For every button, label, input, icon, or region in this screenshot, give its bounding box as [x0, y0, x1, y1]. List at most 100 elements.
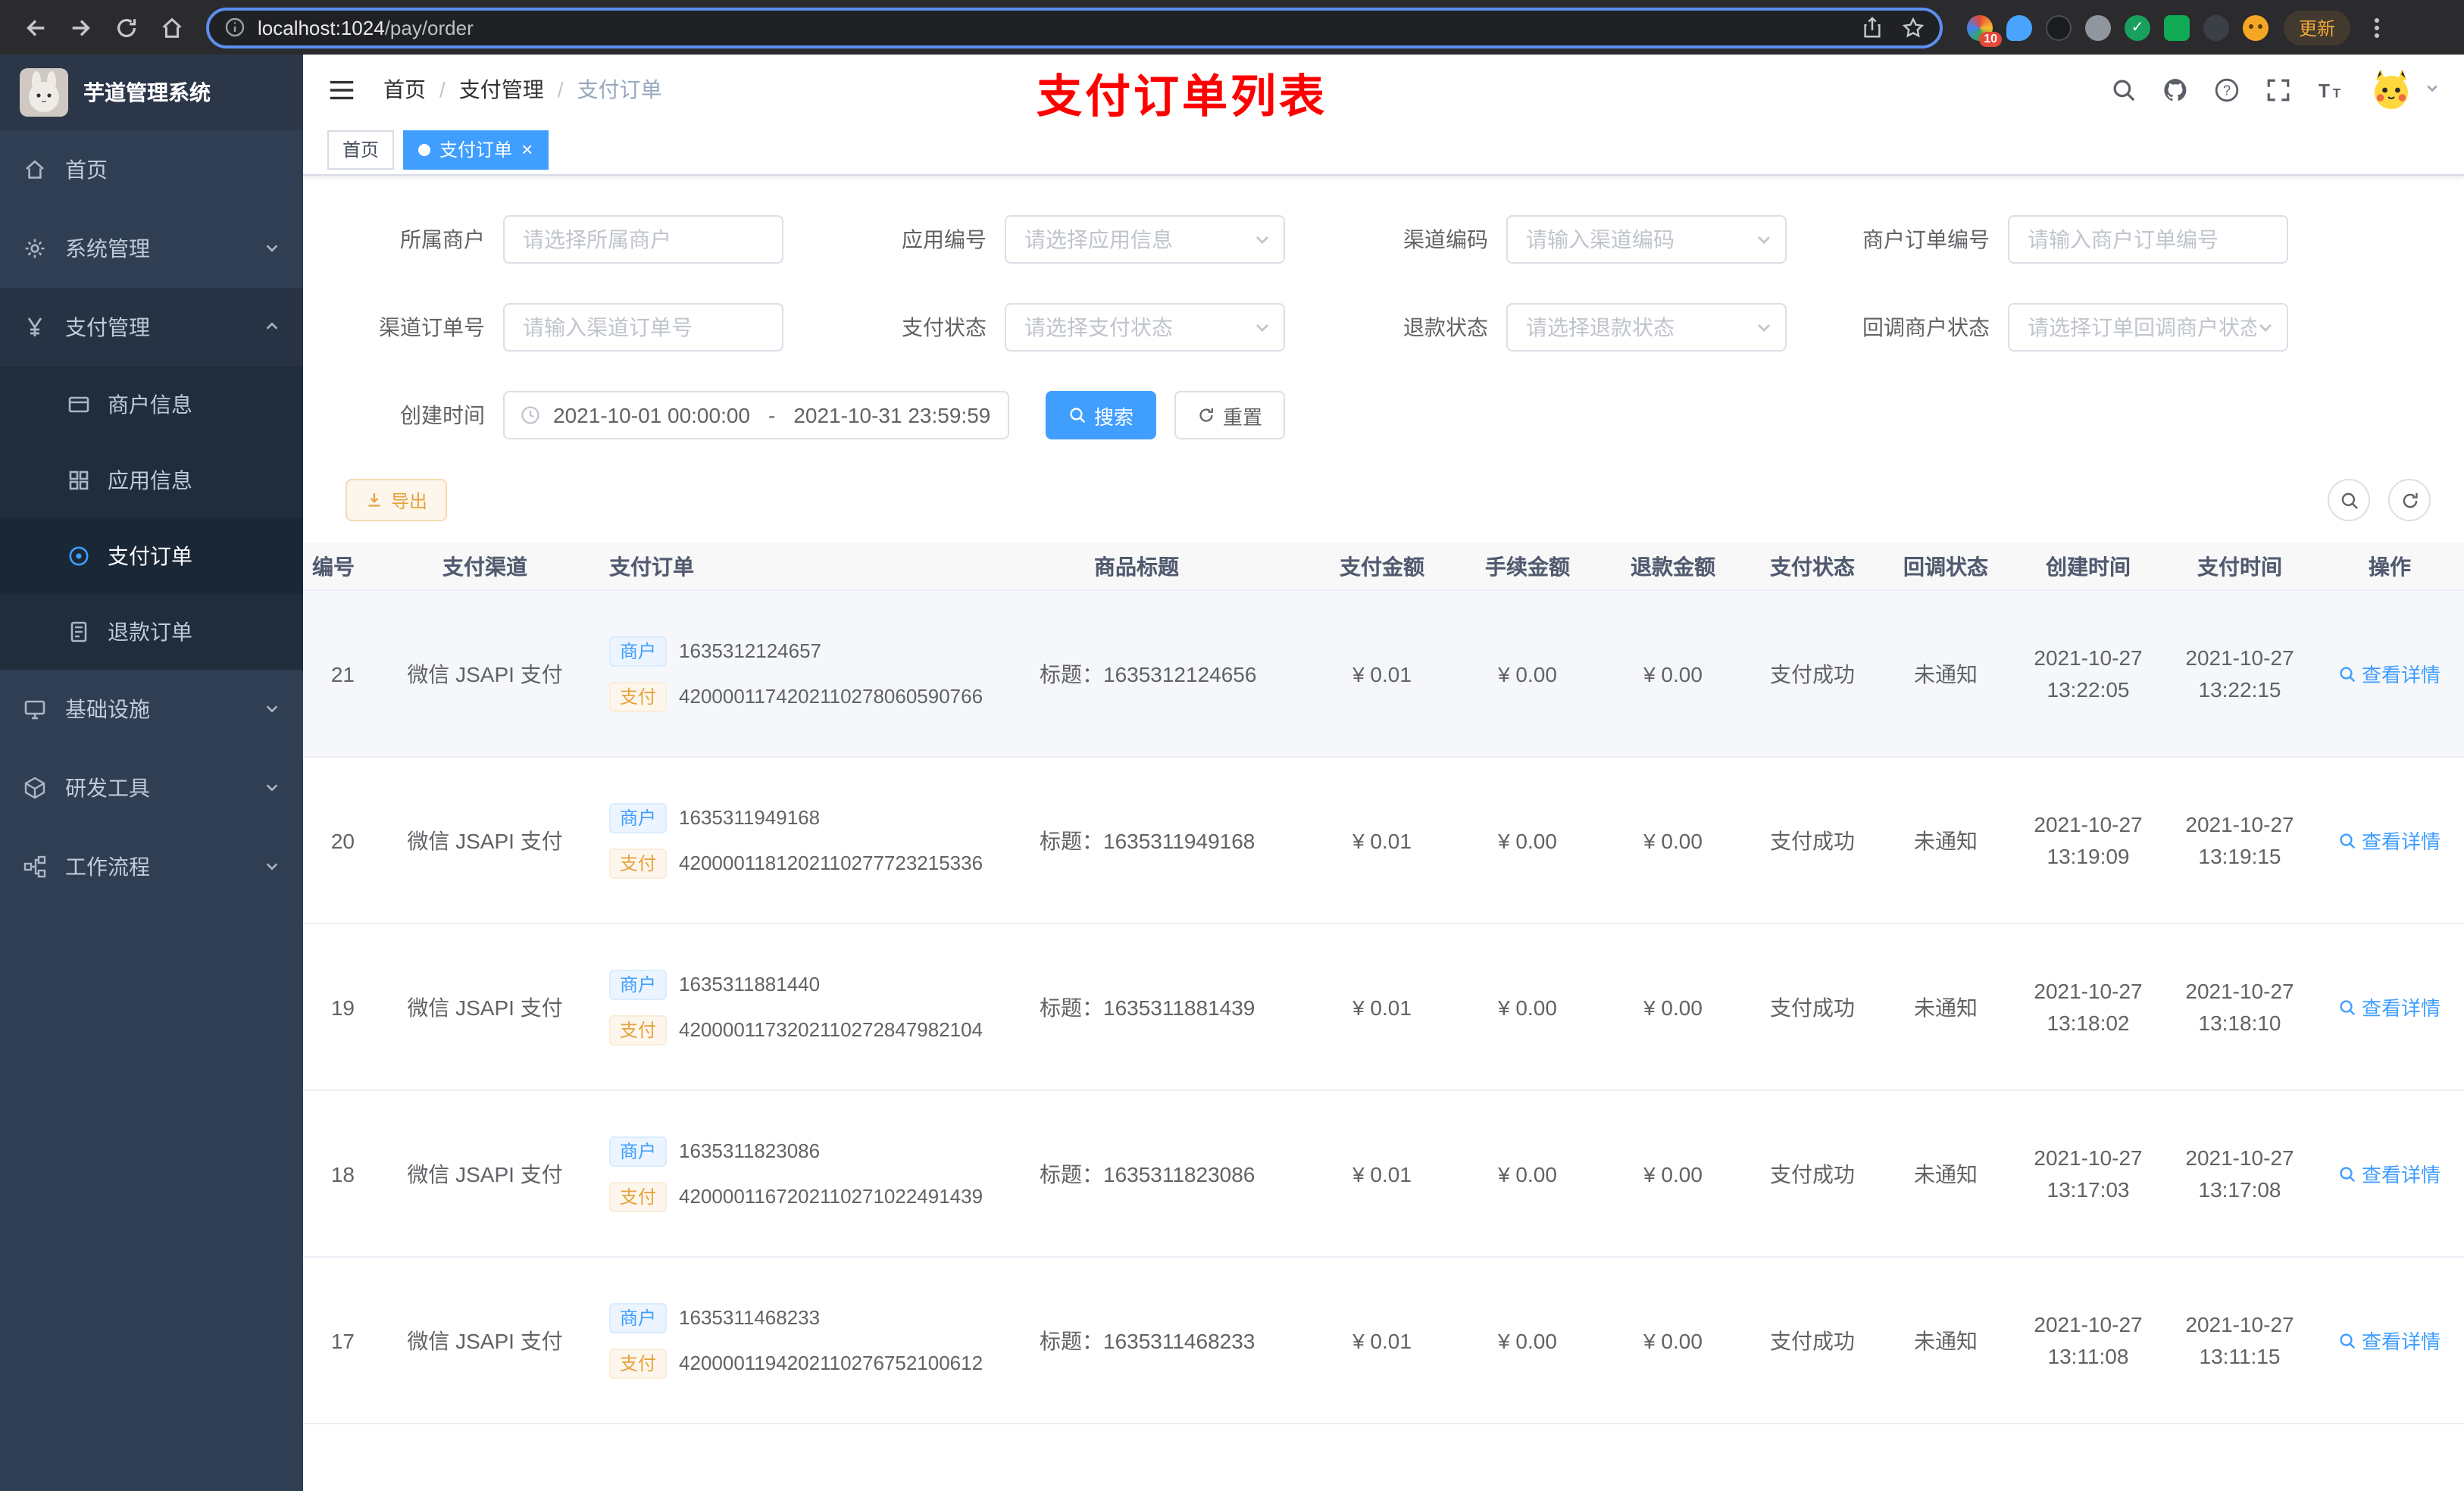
- pay-status-select[interactable]: 请选择支付状态: [1005, 303, 1285, 352]
- date-range-picker[interactable]: 2021-10-01 00:00:00 - 2021-10-31 23:59:5…: [503, 391, 1009, 439]
- table-row: 18 微信 JSAPI 支付 商户 1635311823086 支付 4200001…: [303, 1091, 2464, 1258]
- view-detail-link[interactable]: 查看详情: [2339, 1159, 2441, 1188]
- app-select[interactable]: 请选择应用信息: [1005, 215, 1285, 264]
- merchant-order-no-input[interactable]: [2008, 215, 2288, 264]
- export-button-label: 导出: [391, 490, 428, 511]
- extension-icon[interactable]: [2006, 14, 2032, 40]
- breadcrumb-item[interactable]: 首页: [383, 74, 426, 105]
- date-end[interactable]: 2021-10-31 23:59:59: [793, 403, 990, 427]
- sidebar-item-system[interactable]: 系统管理: [0, 209, 303, 288]
- view-detail-link[interactable]: 查看详情: [2339, 992, 2441, 1021]
- extension-icon[interactable]: 10: [1967, 14, 2002, 46]
- sidebar-item-refund-order[interactable]: 退款订单: [0, 594, 303, 670]
- cell-status: 支付成功: [1770, 1328, 1855, 1352]
- merchant-order-no: 1635311949168: [679, 806, 821, 829]
- chevron-down-icon: [264, 236, 280, 261]
- browser-home-icon[interactable]: [152, 8, 191, 47]
- sidebar-item-app-info[interactable]: 应用信息: [0, 442, 303, 518]
- select-placeholder: 请选择应用信息: [1024, 227, 1173, 252]
- extension-icon[interactable]: ✓: [2125, 14, 2150, 40]
- payment-submenu: 商户信息 应用信息 支付订单 退款订单: [0, 367, 303, 670]
- share-icon[interactable]: [1861, 16, 1884, 39]
- column-header: 支付金额: [1340, 554, 1424, 578]
- field-label: 回调商户状态: [1862, 315, 1990, 339]
- extension-icon[interactable]: [2046, 14, 2072, 40]
- table-row: 17 微信 JSAPI 支付 商户 1635311468233 支付 4200001…: [303, 1258, 2464, 1424]
- callback-status-select[interactable]: 请选择订单回调商户状态: [2008, 303, 2288, 352]
- profile-avatar-icon[interactable]: [2243, 14, 2269, 40]
- channel-order-no-input[interactable]: [503, 303, 783, 352]
- pay-order-no: 4200001181202110277723215336: [679, 852, 983, 874]
- sidebar-item-merchant-info[interactable]: 商户信息: [0, 367, 303, 442]
- breadcrumb-item[interactable]: 支付管理: [459, 74, 544, 105]
- sidebar-item-infrastructure[interactable]: 基础设施: [0, 670, 303, 749]
- toggle-search-button[interactable]: [2328, 479, 2370, 521]
- help-icon[interactable]: ?: [2214, 77, 2240, 102]
- merchant-badge: 商户: [609, 802, 668, 833]
- search-button[interactable]: 搜索: [1046, 391, 1157, 439]
- field-label: 退款状态: [1403, 315, 1488, 339]
- extension-icon[interactable]: [2203, 14, 2229, 40]
- back-icon[interactable]: [15, 8, 55, 47]
- card-icon: [68, 396, 89, 413]
- cell-pay-order: 商户 1635312124657 支付 4200001174202110278060…: [591, 636, 1021, 711]
- export-button[interactable]: 导出: [346, 479, 448, 521]
- close-icon[interactable]: ×: [521, 139, 533, 159]
- sidebar-item-workflow[interactable]: 工作流程: [0, 827, 303, 906]
- github-icon[interactable]: [2162, 77, 2188, 102]
- view-detail-link[interactable]: 查看详情: [2339, 1326, 2441, 1355]
- view-detail-link[interactable]: 查看详情: [2339, 659, 2441, 688]
- sidebar-item-payment[interactable]: 支付管理: [0, 288, 303, 367]
- bookmark-star-icon[interactable]: [1902, 16, 1925, 39]
- search-icon: [1070, 408, 1086, 424]
- field-label: 渠道订单号: [379, 315, 485, 339]
- refresh-table-button[interactable]: [2388, 479, 2431, 521]
- cell-status: 支付成功: [1770, 995, 1855, 1019]
- sidebar-item-label: 商户信息: [108, 392, 192, 417]
- fullscreen-icon[interactable]: [2265, 77, 2291, 102]
- search-icon[interactable]: [2111, 77, 2137, 102]
- sidebar-item-dev-tools[interactable]: 研发工具: [0, 749, 303, 827]
- user-avatar[interactable]: [2369, 67, 2440, 112]
- active-dot: [418, 143, 431, 155]
- reload-icon[interactable]: [106, 8, 145, 47]
- view-detail-link[interactable]: 查看详情: [2339, 826, 2441, 855]
- extension-icon[interactable]: [2085, 14, 2111, 40]
- browser-update-button[interactable]: 更新: [2284, 10, 2351, 45]
- channel-code-select[interactable]: 请输入渠道编码: [1506, 215, 1787, 264]
- download-icon: [368, 493, 380, 507]
- merchant-select-input[interactable]: [503, 215, 783, 264]
- sidebar-item-pay-order[interactable]: 支付订单: [0, 518, 303, 594]
- toolbar-right: [2328, 479, 2431, 521]
- cell-title: 标题：1635311949168: [1040, 828, 1255, 852]
- browser-menu-icon[interactable]: [2366, 17, 2387, 37]
- extensions-area: 10 ✓: [1967, 14, 2269, 46]
- extension-badge: 10: [1979, 31, 2002, 46]
- refresh-icon: [1199, 408, 1213, 422]
- main-area: 首页 / 支付管理 / 支付订单 支付订单列表 ? TT 首页 支付订单 × 所…: [303, 55, 2464, 1491]
- column-header: 支付状态: [1770, 554, 1855, 578]
- tag-pay-order[interactable]: 支付订单 ×: [403, 130, 549, 169]
- extension-icon[interactable]: [2164, 14, 2190, 40]
- collapse-sidebar-icon[interactable]: [327, 75, 356, 104]
- table-header: 编号 支付渠道 支付订单 商品标题 支付金额 手续金额 退款金额 支付状态 回调…: [303, 542, 2464, 591]
- cell-action: 查看详情: [2315, 659, 2464, 688]
- forward-icon[interactable]: [61, 8, 100, 47]
- reset-button[interactable]: 重置: [1174, 391, 1286, 439]
- site-info-icon[interactable]: [224, 17, 245, 38]
- address-bar[interactable]: localhost:1024/pay/order: [206, 7, 1943, 48]
- tag-home[interactable]: 首页: [327, 130, 395, 169]
- sidebar-item-home[interactable]: 首页: [0, 130, 303, 209]
- target-icon: [69, 546, 89, 566]
- pay-badge: 支付: [609, 1181, 668, 1211]
- chevron-down-icon: [1758, 324, 1770, 332]
- field-label: 创建时间: [400, 403, 485, 427]
- date-start[interactable]: 2021-10-01 00:00:00: [553, 403, 750, 427]
- refund-status-select[interactable]: 请选择退款状态: [1506, 303, 1787, 352]
- cell-status: 支付成功: [1770, 661, 1855, 686]
- cell-pay-time: 2021-10-27 13:11:15: [2185, 1311, 2294, 1368]
- chevron-down-icon: [2425, 76, 2440, 103]
- cell-pay-time: 2021-10-27 13:22:15: [2185, 645, 2294, 701]
- search-button-label: 搜索: [1094, 405, 1134, 428]
- font-size-icon[interactable]: TT: [2317, 77, 2343, 102]
